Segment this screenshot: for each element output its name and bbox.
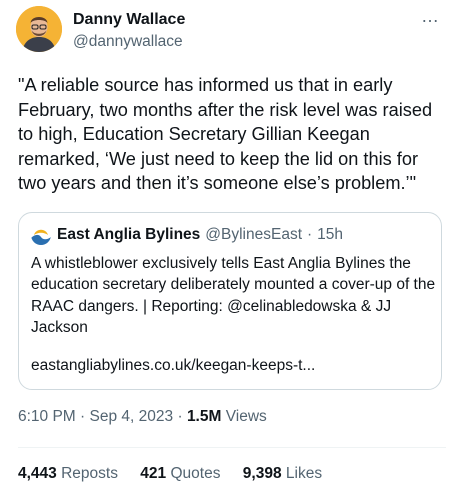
meta-separator: · xyxy=(177,408,183,425)
quoted-tweet-card[interactable]: East Anglia Bylines @BylinesEast · 15h A… xyxy=(18,212,442,390)
likes-count: 9,398 xyxy=(242,465,282,482)
divider xyxy=(18,447,446,448)
more-options-icon[interactable]: … xyxy=(421,6,440,27)
engagement-stats: 4,443 Reposts 421 Quotes 9,398 Likes xyxy=(18,465,340,483)
person-avatar-icon xyxy=(16,6,62,52)
tweet-date[interactable]: Sep 4, 2023 xyxy=(90,408,174,425)
reposts-count: 4,443 xyxy=(18,465,57,482)
quoted-age[interactable]: 15h xyxy=(317,226,343,244)
likes-label: Likes xyxy=(285,465,323,482)
quoted-display-name[interactable]: East Anglia Bylines xyxy=(57,226,200,244)
reposts-label: Reposts xyxy=(61,465,118,482)
author-info: Danny Wallace @dannywallace xyxy=(73,10,185,52)
tweet-meta: 6:10 PM · Sep 4, 2023 · 1.5M Views xyxy=(18,408,267,426)
quotes-label: Quotes xyxy=(170,465,221,482)
quoted-author-avatar[interactable] xyxy=(31,225,51,245)
reposts-stat[interactable]: 4,443 Reposts xyxy=(18,465,122,482)
quotes-count: 421 xyxy=(140,465,167,482)
author-display-name[interactable]: Danny Wallace xyxy=(73,10,185,30)
likes-stat[interactable]: 9,398 Likes xyxy=(243,465,322,482)
quoted-link[interactable]: eastangliabylines.co.uk/keegan-keeps-t..… xyxy=(31,357,315,375)
bylines-logo-icon xyxy=(31,225,51,245)
author-handle[interactable]: @dannywallace xyxy=(73,32,185,52)
author-avatar[interactable] xyxy=(16,6,62,52)
views-count: 1.5M xyxy=(186,408,222,425)
tweet-text: "A reliable source has informed us that … xyxy=(18,75,433,193)
quotes-stat[interactable]: 421 Quotes xyxy=(140,465,224,482)
quoted-separator: · xyxy=(307,226,313,243)
views-label: Views xyxy=(225,408,267,425)
tweet-time[interactable]: 6:10 PM xyxy=(18,408,76,425)
quoted-handle[interactable]: @BylinesEast xyxy=(205,226,302,244)
quoted-tweet-text: A whistleblower exclusively tells East A… xyxy=(31,255,436,336)
quoted-tweet-header: East Anglia Bylines @BylinesEast · 15h xyxy=(31,225,343,245)
meta-separator: · xyxy=(80,408,86,425)
